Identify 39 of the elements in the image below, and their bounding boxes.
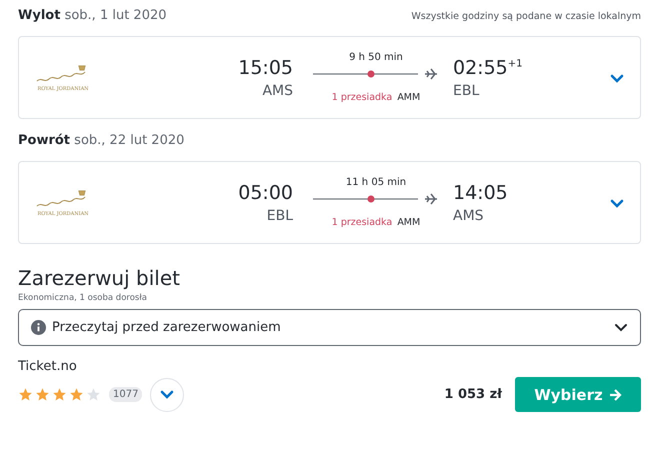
info-icon xyxy=(31,320,46,335)
info-dropdown[interactable]: Przeczytaj przed zarezerwowaniem xyxy=(18,309,641,346)
expand-icon[interactable] xyxy=(610,74,624,83)
leg-date: sob., 1 lut 2020 xyxy=(64,8,167,23)
star-icon xyxy=(35,387,50,402)
leg-label: Powrót xyxy=(18,133,70,148)
price: 1 053 zł xyxy=(444,387,502,402)
star-icon xyxy=(86,387,101,402)
chevron-down-icon xyxy=(614,323,628,332)
provider-name: Ticket.no xyxy=(18,359,78,374)
departure-airport: EBL xyxy=(266,208,293,224)
route-line-icon xyxy=(313,68,439,80)
arrival-airport: AMS xyxy=(453,208,484,224)
expand-icon[interactable] xyxy=(610,199,624,208)
arrival-airport: EBL xyxy=(453,82,480,98)
star-icon xyxy=(69,387,84,402)
arrow-right-icon xyxy=(608,388,622,400)
chevron-down-icon xyxy=(160,390,174,399)
departure-time: 15:05 xyxy=(238,56,293,78)
stopover-airport: AMM xyxy=(397,92,420,102)
timezone-note: Wszystkie godziny są podane w czasie lokalnym xyxy=(411,11,641,22)
leg-label: Wylot xyxy=(18,8,60,23)
stops-count: 1 przesiadka xyxy=(332,92,392,102)
star-icon xyxy=(18,387,33,402)
stopover-airport: AMM xyxy=(397,216,420,228)
leg-date: sob., 22 lut 2020 xyxy=(74,133,184,148)
star-icon xyxy=(52,387,67,402)
route-line-icon xyxy=(313,192,439,204)
flight-duration: 9 h 50 min xyxy=(349,52,403,62)
arrival-time: 14:05 xyxy=(453,182,508,204)
section-title: Zarezerwuj bilet xyxy=(18,266,181,290)
arrival-time: 02:55$^{+1}$ xyxy=(453,56,523,78)
expand-button[interactable] xyxy=(150,378,184,412)
stops-count: 1 przesiadka xyxy=(332,216,392,228)
flight-duration: 11 h 05 min xyxy=(346,176,406,188)
departure-airport: AMS xyxy=(262,82,293,98)
fare-details: Ekonomiczna, 1 osoba dorosła xyxy=(18,293,148,303)
departure-time: 05:00 xyxy=(238,182,293,204)
review-count: 1077 xyxy=(109,387,142,402)
